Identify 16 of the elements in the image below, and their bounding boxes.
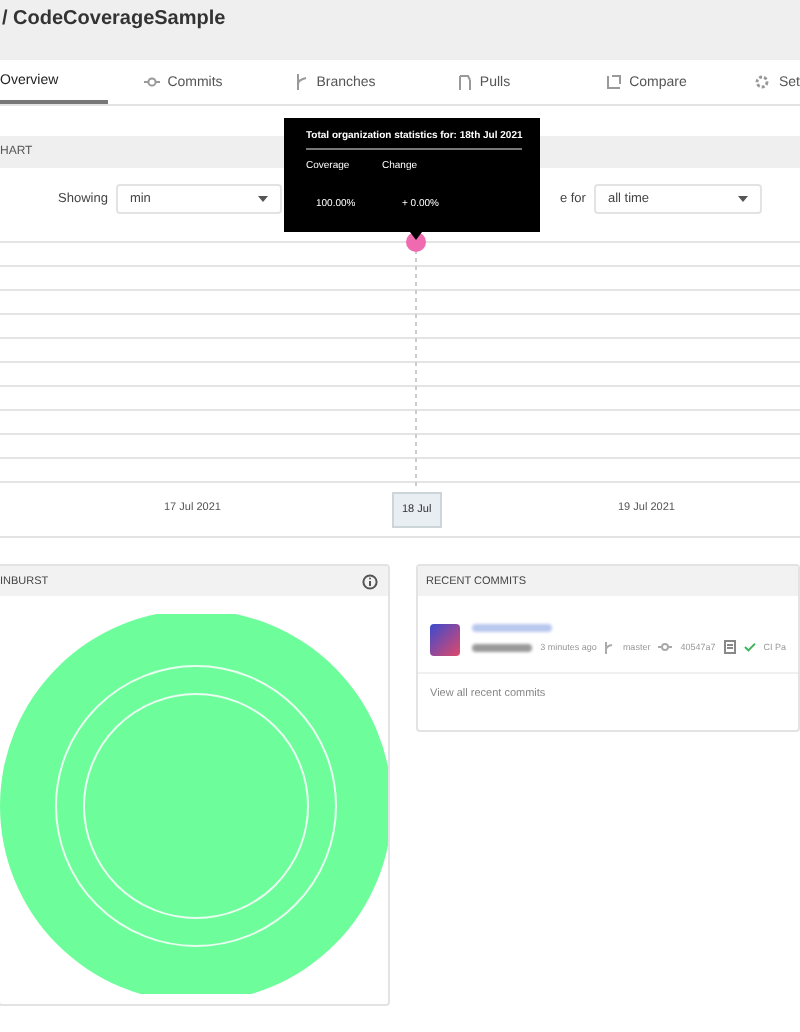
pull-request-icon <box>457 74 472 90</box>
avatar <box>430 624 461 656</box>
info-icon[interactable] <box>362 573 378 589</box>
settings-icon <box>754 74 771 90</box>
compare-icon <box>605 74 622 90</box>
branch-icon <box>604 641 615 653</box>
copy-icon[interactable] <box>723 640 736 654</box>
blurred-author <box>472 643 533 651</box>
branch-icon <box>296 74 309 90</box>
commit-icon <box>143 76 160 88</box>
repo-title: / CodeCoverageSample <box>0 7 226 29</box>
caret-icon <box>737 195 748 201</box>
blurred-commit-message <box>472 624 553 632</box>
check-icon <box>743 642 756 652</box>
caret-icon <box>257 195 268 201</box>
commit-icon <box>658 642 673 652</box>
